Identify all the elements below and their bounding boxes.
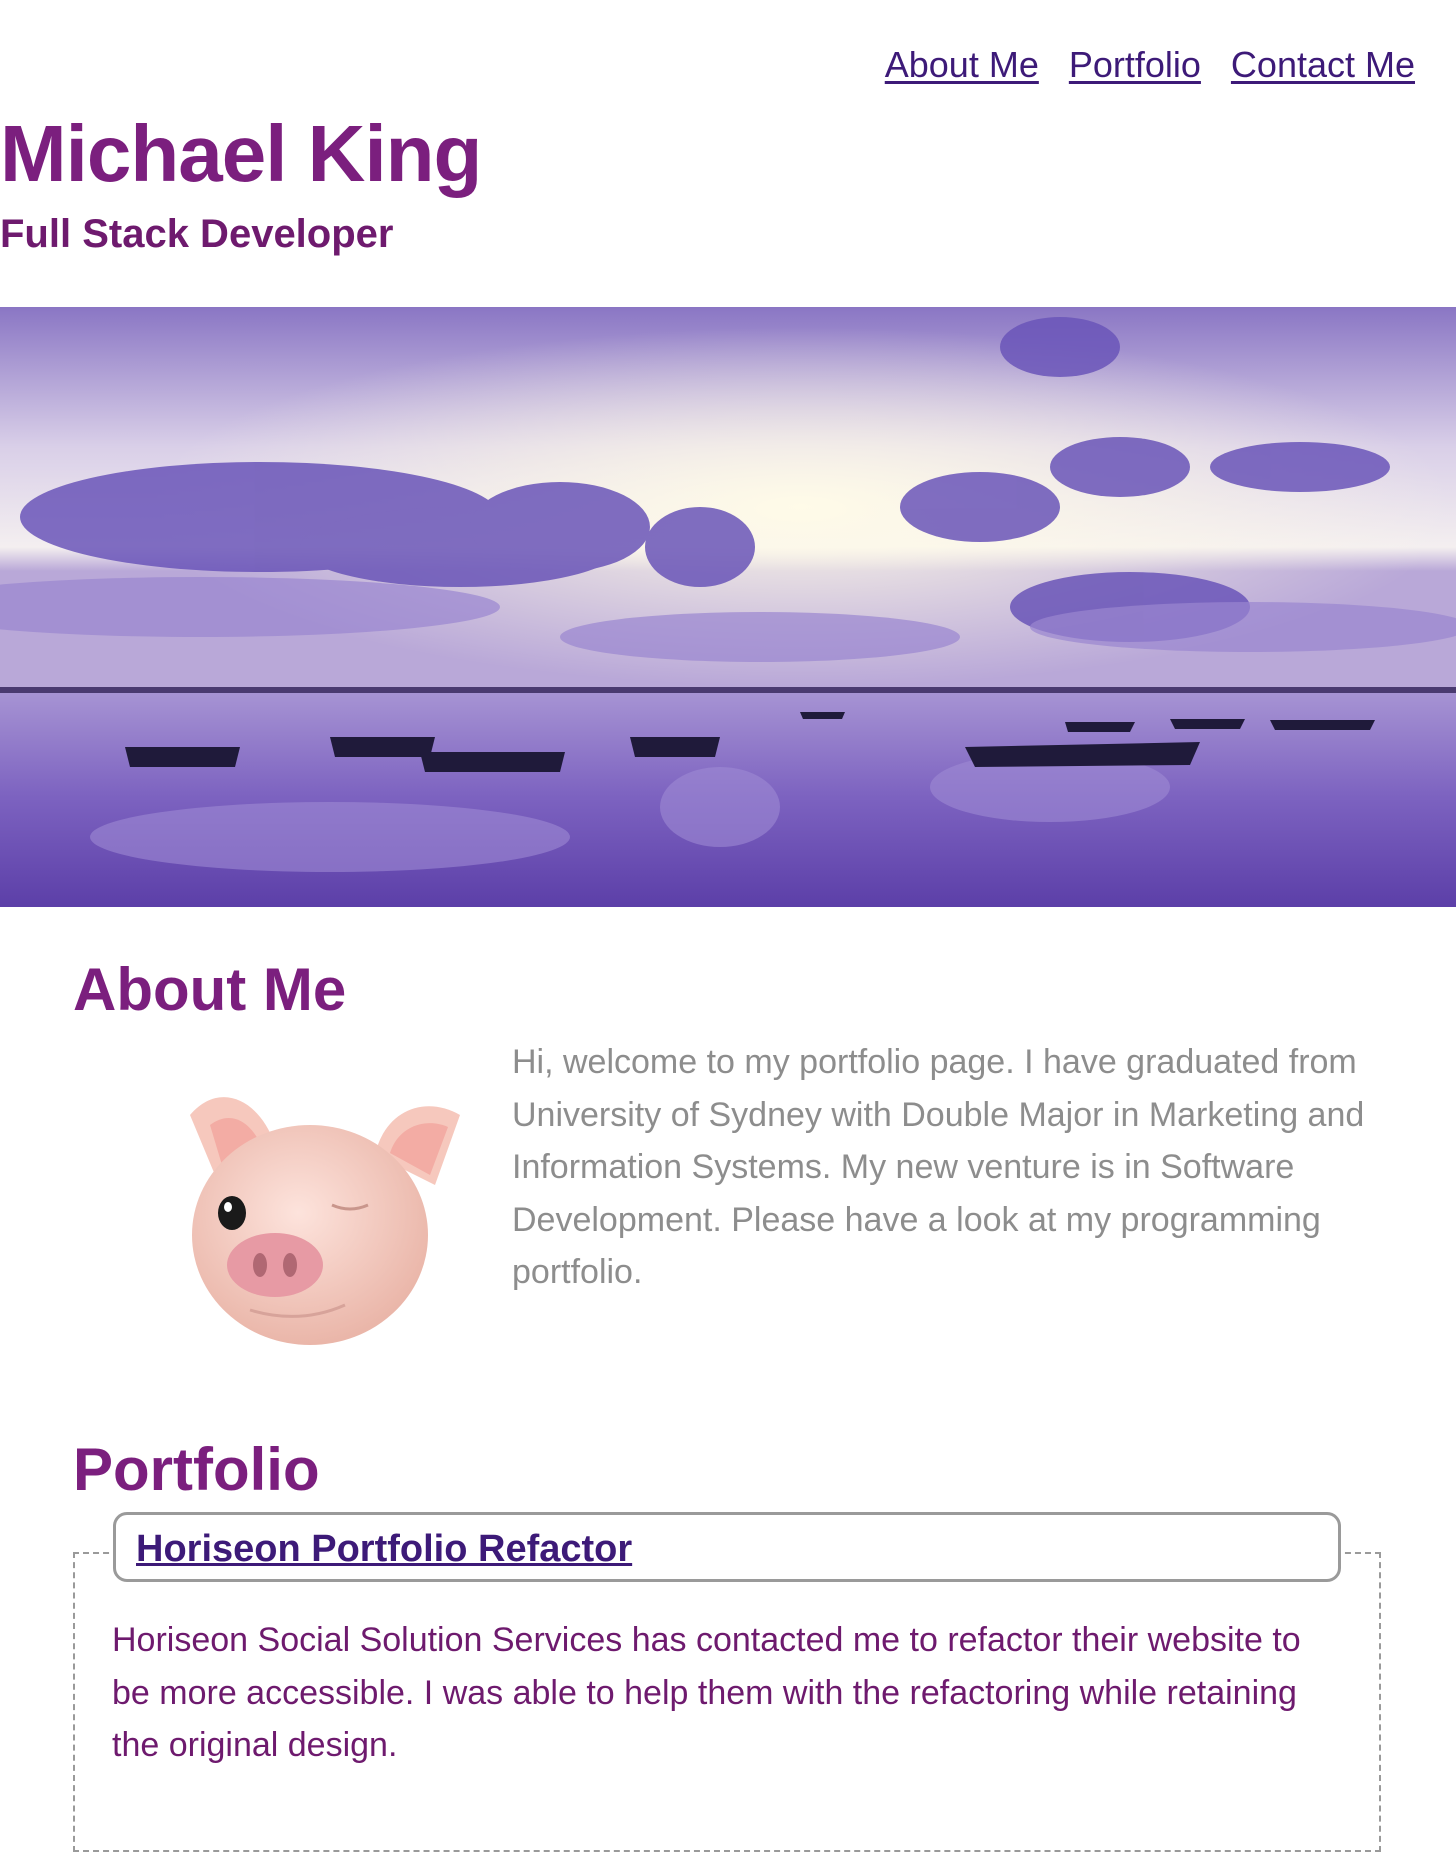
about-me-text: Hi, welcome to my portfolio page. I have…: [512, 1043, 1365, 1291]
site-owner-name: Michael King: [0, 109, 482, 198]
project-card-header: Horiseon Portfolio Refactor: [113, 1512, 1341, 1582]
main-nav: About Me Portfolio Contact Me: [885, 44, 1415, 86]
project-description: Horiseon Social Solution Services has co…: [112, 1621, 1301, 1764]
nav-link-contact-me[interactable]: Contact Me: [1231, 44, 1415, 86]
job-title: Full Stack Developer: [0, 212, 394, 256]
about-me-heading: About Me: [73, 956, 347, 1023]
nav-link-about-me[interactable]: About Me: [885, 44, 1039, 86]
portfolio-heading: Portfolio: [73, 1436, 320, 1503]
project-title-link[interactable]: Horiseon Portfolio Refactor: [136, 1528, 632, 1571]
nav-link-portfolio[interactable]: Portfolio: [1069, 44, 1201, 86]
hero-image: [0, 307, 1456, 907]
pig-face-icon: [190, 1097, 460, 1345]
